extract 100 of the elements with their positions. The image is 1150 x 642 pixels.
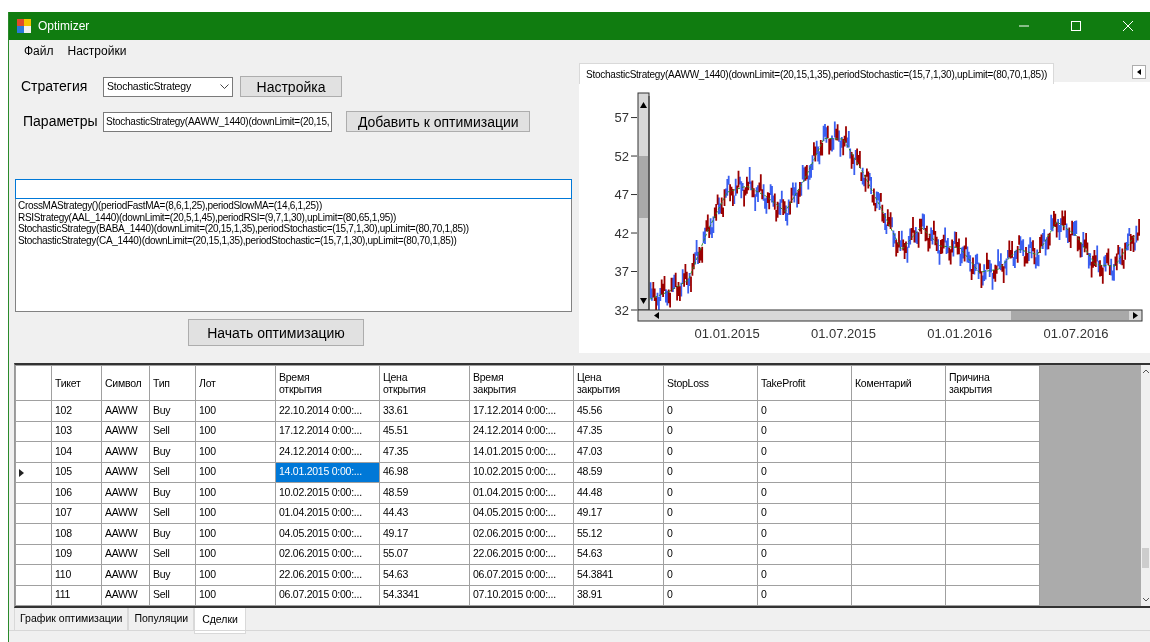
table-cell: 01.04.2015 0:00:... bbox=[469, 482, 574, 503]
table-cell: 103 bbox=[51, 421, 102, 442]
table-cell: 47.35 bbox=[573, 421, 664, 442]
tick-mark bbox=[630, 309, 638, 311]
table-cell: 04.05.2015 0:00:... bbox=[275, 523, 380, 544]
chevron-down-icon bbox=[220, 83, 229, 90]
table-cell: 100 bbox=[195, 400, 276, 421]
table-cell: 108 bbox=[51, 523, 102, 544]
list-item[interactable]: StochasticStrategy(CA_1440)(downLimit=(20,15,1,35),periodStochastic=(15,7,1,30),upLimit=(80,70,1,85)) bbox=[18, 234, 569, 246]
triangle-left-icon bbox=[1137, 69, 1141, 75]
y-tick-label: 42 bbox=[614, 225, 629, 241]
table-cell: 106 bbox=[51, 482, 102, 503]
table-cell: 17.12.2014 0:00:... bbox=[275, 421, 380, 442]
list-item[interactable]: CrossMAStrategy()(periodFastMA=(8,6,1,25),periodSlowMA=(14,6,1,25)) bbox=[18, 200, 569, 212]
table-cell: Sell bbox=[149, 585, 196, 606]
table-cell: 100 bbox=[195, 441, 276, 462]
table-cell: Buy bbox=[149, 400, 196, 421]
table-cell: Buy bbox=[149, 564, 196, 585]
scroll-thumb[interactable] bbox=[1142, 548, 1149, 568]
settings-button[interactable]: Настройка bbox=[240, 76, 342, 97]
tab[interactable]: График оптимизации bbox=[14, 608, 129, 631]
list-item[interactable]: StochasticStrategy(BABA_1440)(downLimit=(20,15,1,35),periodStochastic=(15,7,1,30),upLimit=(80,70,1,85)) bbox=[18, 223, 569, 235]
table-cell: 24.12.2014 0:00:... bbox=[469, 421, 574, 442]
column-header[interactable]: Причина закрытия bbox=[945, 365, 1040, 401]
table-cell: Sell bbox=[149, 462, 196, 483]
menu-item[interactable]: Файл bbox=[17, 40, 61, 62]
table-cell: 0 bbox=[663, 482, 758, 503]
table-cell: AAWW bbox=[101, 482, 150, 503]
table-cell: 22.10.2014 0:00:... bbox=[275, 400, 380, 421]
table-cell: AAWW bbox=[101, 462, 150, 483]
column-header[interactable]: Цена закрытия bbox=[573, 365, 664, 401]
chevron-up-icon bbox=[1141, 368, 1150, 374]
column-header[interactable]: StopLoss bbox=[663, 365, 758, 401]
row-header[interactable] bbox=[15, 462, 52, 483]
table-cell: 07.10.2015 0:00:... bbox=[469, 585, 574, 606]
table-cell: 0 bbox=[757, 441, 852, 462]
field-label: Стратегия bbox=[20, 77, 89, 96]
table-cell: 49.17 bbox=[379, 523, 470, 544]
tick-mark bbox=[630, 155, 638, 157]
table-cell: 100 bbox=[195, 503, 276, 524]
column-header[interactable]: Цена открытия bbox=[379, 365, 470, 401]
column-header[interactable]: TakeProfit bbox=[757, 365, 852, 401]
field-label: Параметры bbox=[22, 112, 99, 131]
column-header[interactable]: Время открытия bbox=[275, 365, 380, 401]
table-cell: 105 bbox=[51, 462, 102, 483]
table-cell: 14.01.2015 0:00:... bbox=[469, 441, 574, 462]
x-tick-label: 01.01.2016 bbox=[927, 326, 993, 341]
table-cell: 100 bbox=[195, 564, 276, 585]
menu-item[interactable]: Настройки bbox=[60, 40, 134, 62]
table-cell: AAWW bbox=[101, 441, 150, 462]
table-cell: 54.63 bbox=[573, 544, 664, 565]
table-cell: 47.35 bbox=[379, 441, 470, 462]
column-header[interactable]: Символ bbox=[101, 365, 150, 401]
table-cell: 24.12.2014 0:00:... bbox=[275, 441, 380, 462]
x-tick-label: 01.07.2015 bbox=[810, 326, 876, 341]
add-to-optimization-button[interactable]: Добавить к оптимизации bbox=[346, 111, 531, 132]
filter-field[interactable] bbox=[15, 179, 572, 199]
strategy-dropdown[interactable]: StochasticStrategy bbox=[103, 76, 233, 97]
column-header[interactable]: Время закрытия bbox=[469, 365, 574, 401]
vertical-scrollbar[interactable] bbox=[637, 92, 650, 311]
table-cell: 0 bbox=[757, 462, 852, 483]
table-cell: 10.02.2015 0:00:... bbox=[469, 462, 574, 483]
start-optimization-button[interactable]: Начать оптимизацию bbox=[188, 319, 364, 346]
table-cell: 55.07 bbox=[379, 544, 470, 565]
table-cell: 49.17 bbox=[573, 503, 664, 524]
table-cell: 0 bbox=[663, 503, 758, 524]
table-cell: AAWW bbox=[101, 564, 150, 585]
table-cell: Sell bbox=[149, 503, 196, 524]
chart-tab[interactable]: StochasticStrategy(AAWW_1440)(downLimit=(20,15,1,35),periodStochastic=(15,7,1,30),upLimit=(80,70,1,85)) bbox=[579, 63, 1055, 84]
table-cell: 45.51 bbox=[379, 421, 470, 442]
horizontal-scrollbar[interactable] bbox=[637, 309, 1143, 322]
column-header[interactable]: Лот bbox=[195, 365, 276, 401]
minimize-icon bbox=[1018, 25, 1029, 27]
tab-scroll-left-button[interactable] bbox=[1132, 65, 1146, 79]
table-cell: Buy bbox=[149, 441, 196, 462]
table-cell: 104 bbox=[51, 441, 102, 462]
table-cell: 46.98 bbox=[379, 462, 470, 483]
table-cell: 109 bbox=[51, 544, 102, 565]
vertical-scrollbar[interactable] bbox=[1141, 365, 1150, 606]
table-cell: 100 bbox=[195, 523, 276, 544]
parameters-field[interactable]: StochasticStrategy(AAWW_1440)(downLimit=(20,15, bbox=[103, 111, 333, 132]
tab[interactable]: Сделки bbox=[194, 608, 246, 634]
table-cell: 45.56 bbox=[573, 400, 664, 421]
tick-mark bbox=[630, 232, 638, 234]
column-header[interactable]: Коментарий bbox=[851, 365, 946, 401]
y-tick-label: 57 bbox=[614, 110, 629, 126]
column-header[interactable]: Тикет bbox=[51, 365, 102, 401]
maximize-icon bbox=[1070, 21, 1081, 31]
table-cell: 54.3341 bbox=[379, 585, 470, 606]
tab[interactable]: Популяции bbox=[128, 608, 195, 631]
table-cell: 01.04.2015 0:00:... bbox=[275, 503, 380, 524]
window-title: Optimizer bbox=[38, 18, 90, 35]
table-cell: 54.63 bbox=[379, 564, 470, 585]
app-icon bbox=[17, 19, 31, 33]
list-item[interactable]: RSIStrategy(AAL_1440)(downLimit=(20,5,1,45),periodRSI=(9,7,1,30),upLimit=(80,65,1,95)) bbox=[18, 211, 569, 223]
table-cell: 0 bbox=[663, 462, 758, 483]
y-tick-label: 37 bbox=[614, 264, 629, 279]
table-cell: 0 bbox=[757, 564, 852, 585]
chevron-down-icon bbox=[1141, 597, 1150, 603]
column-header[interactable]: Тип bbox=[149, 365, 196, 401]
